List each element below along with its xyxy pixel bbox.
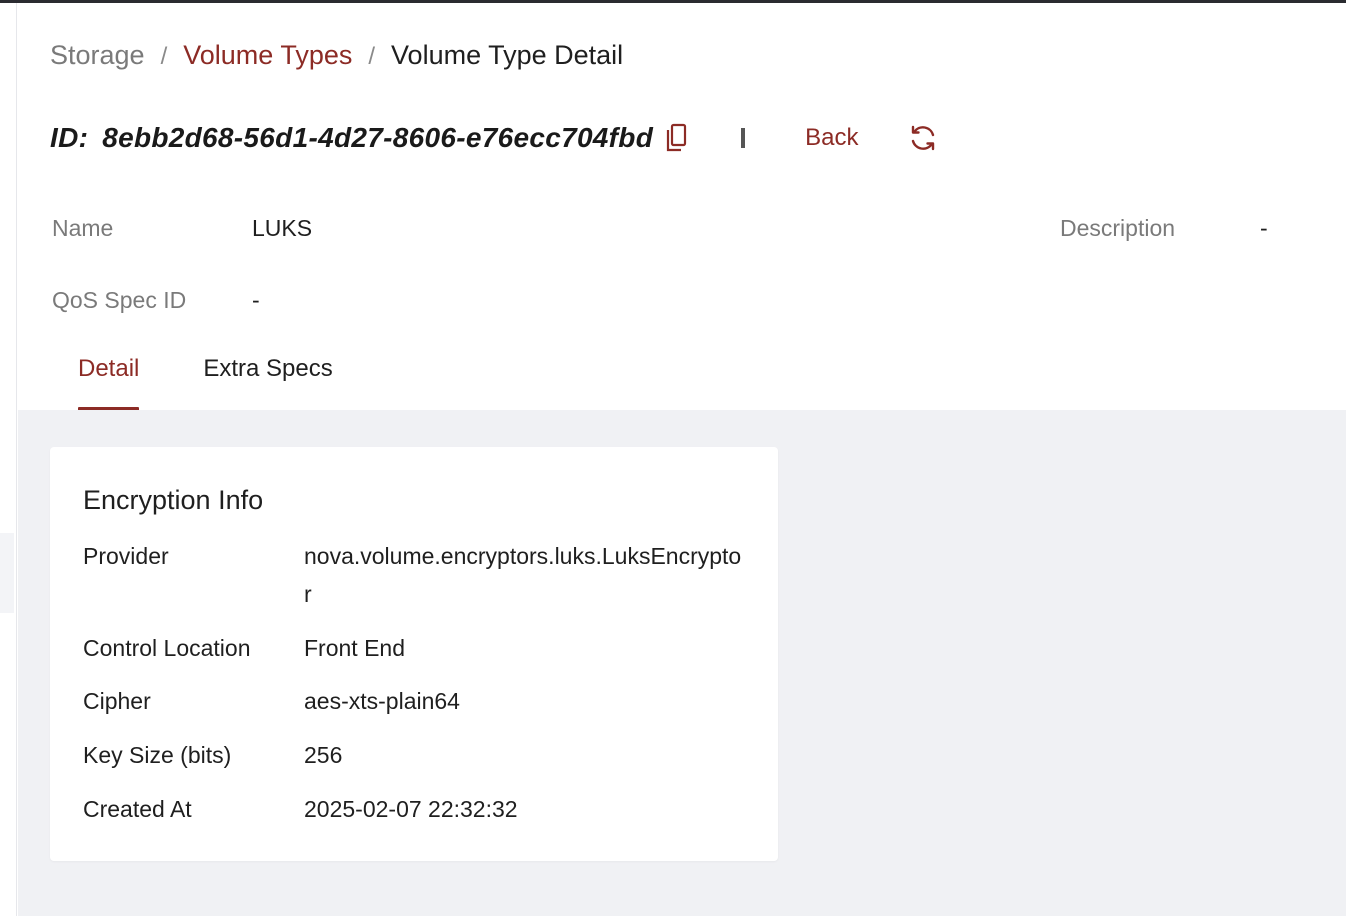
refresh-icon[interactable] <box>908 123 938 153</box>
sidebar-active-indicator <box>0 533 14 613</box>
description-value: - <box>1260 215 1268 241</box>
cipher-value: aes-xts-plain64 <box>304 688 460 714</box>
name-value: LUKS <box>252 215 313 241</box>
breadcrumb-volume-types-link[interactable]: Volume Types <box>183 40 352 70</box>
name-label: Name <box>52 215 114 241</box>
tab-detail[interactable]: Detail <box>50 343 167 411</box>
qos-spec-id-value: - <box>252 287 260 313</box>
created-at-value: 2025-02-07 22:32:32 <box>304 796 518 822</box>
volume-type-detail-page: Storage / Volume Types / Volume Type Detail … <box>18 3 1346 916</box>
detail-header: Storage / Volume Types / Volume Type Detail … <box>18 3 1346 411</box>
page-title: ID: 8ebb2d68-56d1-4d27-8606-e76ecc704fbd <box>50 122 653 154</box>
provider-label: Provider <box>83 543 169 569</box>
breadcrumb-current-page: Volume Type Detail <box>391 40 624 70</box>
back-button[interactable]: Back <box>805 124 858 152</box>
left-sidebar-collapsed <box>0 3 17 916</box>
key-size-value: 256 <box>304 742 343 768</box>
cipher-label: Cipher <box>83 688 151 714</box>
card-title: Encryption Info <box>83 485 264 515</box>
breadcrumb-storage: Storage <box>50 40 145 70</box>
control-location-value: Front End <box>304 635 405 661</box>
id-row: ID: 8ebb2d68-56d1-4d27-8606-e76ecc704fbd … <box>50 114 938 162</box>
id-value: 8ebb2d68-56d1-4d27-8606-e76ecc704fbd <box>102 122 654 153</box>
tab-extra-specs[interactable]: Extra Specs <box>175 343 360 410</box>
tab-content: Encryption Info Provider nova.volume.enc… <box>18 410 1346 916</box>
created-at-label: Created At <box>83 796 192 822</box>
control-location-label: Control Location <box>83 635 251 661</box>
qos-spec-id-label: QoS Spec ID <box>52 287 187 313</box>
breadcrumb-separator: / <box>160 43 168 70</box>
key-size-label: Key Size (bits) <box>83 742 232 768</box>
description-label: Description <box>1060 215 1176 241</box>
id-label: ID: <box>50 122 89 153</box>
breadcrumb-separator: / <box>368 43 376 70</box>
breadcrumb: Storage / Volume Types / Volume Type Detail <box>50 37 623 75</box>
provider-value: nova.volume.encryptors.luks.LuksEncrypto… <box>304 543 742 607</box>
header-divider <box>741 128 746 148</box>
encryption-info-card: Encryption Info Provider nova.volume.enc… <box>50 447 778 861</box>
detail-tabs: Detail Extra Specs <box>50 343 361 411</box>
copy-icon[interactable] <box>663 122 689 154</box>
